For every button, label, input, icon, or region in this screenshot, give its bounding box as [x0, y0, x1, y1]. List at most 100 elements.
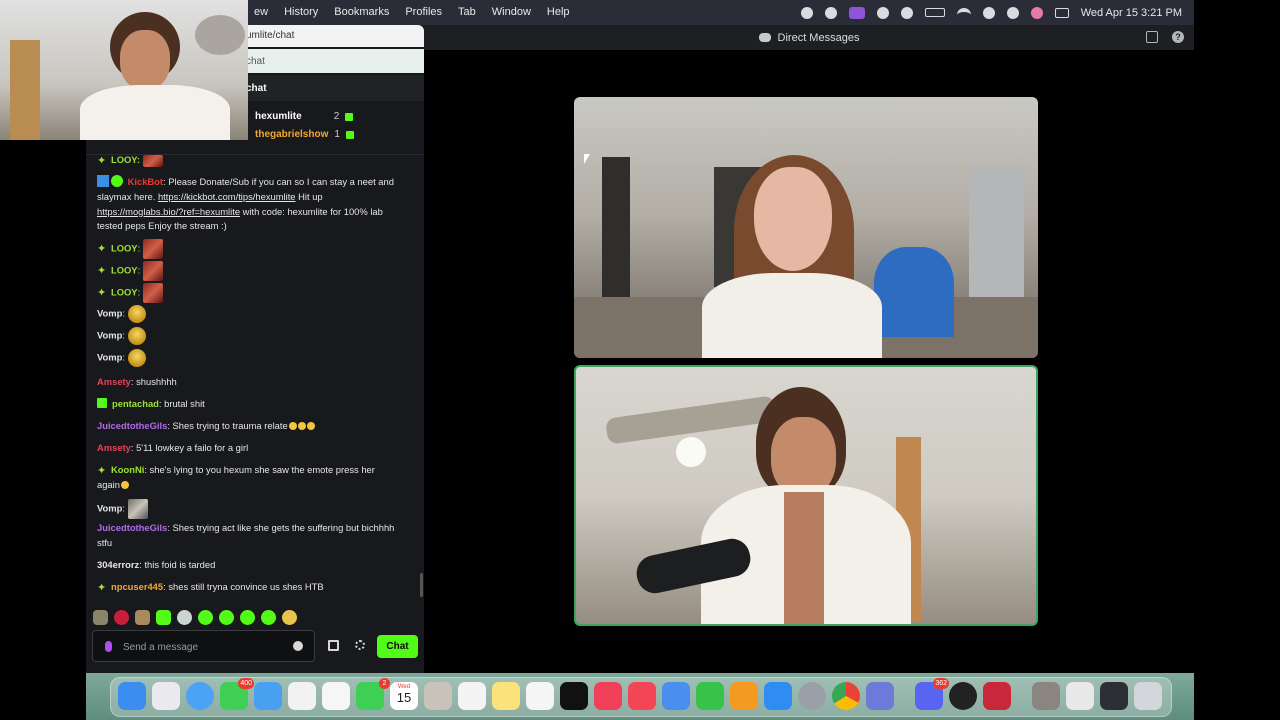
- clock[interactable]: Wed Apr 15 3:21 PM: [1081, 7, 1182, 19]
- iphone-mirroring-icon[interactable]: [866, 682, 894, 710]
- leaderboard-row[interactable]: thegabrielshow 1: [255, 129, 354, 140]
- chest: [784, 492, 824, 624]
- chat-username[interactable]: LOOY: [111, 286, 138, 297]
- leaderboard-row[interactable]: hexumlite 2: [255, 111, 354, 122]
- emote-icon[interactable]: [282, 609, 297, 625]
- chat-username[interactable]: Vomp: [97, 329, 122, 340]
- chat-message-list[interactable]: ✦ LOOY: KickBot: Please Donate/Sub if you…: [97, 154, 407, 595]
- chat-link[interactable]: https://moglabs.bio/?ref=hexumlite: [97, 206, 240, 217]
- app-store-icon[interactable]: [764, 682, 792, 710]
- moon-icon[interactable]: [900, 6, 913, 19]
- downloads-stack-icon[interactable]: [1032, 682, 1060, 710]
- menu-view[interactable]: ew: [246, 0, 276, 25]
- chat-message: Amsety: shushhhh: [97, 375, 397, 390]
- gear-icon[interactable]: [355, 640, 365, 650]
- chat-username[interactable]: KickBot: [128, 176, 163, 187]
- freeform-icon[interactable]: [526, 682, 554, 710]
- emote-icon[interactable]: [261, 609, 276, 625]
- calendar-day: 15: [396, 690, 412, 705]
- send-chat-button[interactable]: Chat: [377, 635, 418, 658]
- documents-stack-icon[interactable]: [1066, 682, 1094, 710]
- video-tile-self[interactable]: [574, 365, 1038, 626]
- menu-history[interactable]: History: [276, 0, 326, 25]
- battery-icon[interactable]: [924, 8, 945, 17]
- chat-scrollbar[interactable]: [420, 573, 423, 597]
- control-center-icon[interactable]: [1054, 7, 1069, 18]
- chat-message: Vomp:: [97, 349, 397, 367]
- notes-icon[interactable]: [492, 682, 520, 710]
- emote-icon[interactable]: [135, 609, 150, 625]
- help-icon[interactable]: ?: [1172, 31, 1184, 43]
- emote-icon[interactable]: [240, 609, 255, 625]
- chat-username[interactable]: Vomp: [97, 351, 122, 362]
- screen-share-icon[interactable]: [848, 6, 865, 19]
- emote-icon: [142, 239, 163, 259]
- emote-icon[interactable]: [219, 609, 234, 625]
- chat-username[interactable]: JuicedtotheGils: [97, 522, 167, 533]
- photos-icon[interactable]: [322, 682, 350, 710]
- chat-username[interactable]: Amsety: [97, 376, 131, 387]
- chat-username[interactable]: 304errorz: [97, 559, 139, 570]
- chat-username[interactable]: Vomp: [97, 502, 122, 513]
- chat-username[interactable]: npcuser445: [111, 581, 163, 592]
- messages-icon[interactable]: 400: [220, 678, 254, 710]
- chat-username[interactable]: LOOY: [111, 264, 138, 275]
- chat-username[interactable]: JuicedtotheGils: [97, 420, 167, 431]
- chat-username[interactable]: LOOY:: [111, 154, 140, 165]
- emoji-picker-icon[interactable]: [293, 641, 303, 651]
- play-icon[interactable]: [876, 6, 889, 19]
- chat-username[interactable]: Amsety: [97, 442, 131, 453]
- contacts-icon[interactable]: [424, 682, 452, 710]
- chat-username[interactable]: KoonNi: [111, 464, 144, 475]
- chrome-icon[interactable]: [832, 682, 860, 710]
- chat-username[interactable]: Vomp: [97, 307, 122, 318]
- chat-username[interactable]: LOOY: [111, 242, 138, 253]
- launchpad-icon[interactable]: [152, 682, 180, 710]
- emote-icon[interactable]: [114, 609, 129, 625]
- menu-tab[interactable]: Tab: [450, 0, 484, 25]
- news-icon[interactable]: [628, 682, 656, 710]
- pages-icon[interactable]: [730, 682, 758, 710]
- numbers-icon[interactable]: [696, 682, 724, 710]
- chat-username[interactable]: pentachad: [112, 398, 159, 409]
- webcam-overlay: [0, 0, 248, 140]
- chat-message-input[interactable]: [123, 637, 283, 657]
- screenshots-stack-icon[interactable]: [1100, 682, 1128, 710]
- bluetooth-icon[interactable]: [982, 6, 995, 19]
- reminders-icon[interactable]: [458, 682, 486, 710]
- system-settings-icon[interactable]: [798, 682, 826, 710]
- menu-window[interactable]: Window: [484, 0, 539, 25]
- calendar-icon[interactable]: Wed 15: [390, 682, 418, 710]
- discord-icon[interactable]: 362: [915, 678, 949, 710]
- store-icon[interactable]: [328, 640, 339, 651]
- inbox-icon[interactable]: [1146, 31, 1158, 43]
- emote-icon[interactable]: [93, 609, 108, 625]
- emote-icon[interactable]: [156, 609, 171, 625]
- maps-icon[interactable]: [288, 682, 316, 710]
- emote-icon[interactable]: [198, 609, 213, 625]
- keynote-icon[interactable]: [662, 682, 690, 710]
- wifi-icon[interactable]: [956, 7, 971, 18]
- chat-link[interactable]: https://kickbot.com/tips/hexumlite: [158, 191, 296, 202]
- tv-icon[interactable]: [560, 682, 588, 710]
- finder-icon[interactable]: [118, 682, 146, 710]
- chat-input-box[interactable]: [92, 630, 315, 662]
- sync-icon[interactable]: [824, 6, 837, 19]
- dictionary-icon[interactable]: [983, 682, 1011, 710]
- spotlight-icon[interactable]: [1006, 6, 1019, 19]
- menu-bookmarks[interactable]: Bookmarks: [326, 0, 397, 25]
- menu-help[interactable]: Help: [539, 0, 578, 25]
- music-icon[interactable]: [594, 682, 622, 710]
- record-icon[interactable]: [800, 6, 813, 19]
- person-shirt: [702, 273, 882, 358]
- facetime-icon[interactable]: 2: [356, 678, 390, 710]
- safari-icon[interactable]: [186, 682, 214, 710]
- menu-profiles[interactable]: Profiles: [397, 0, 450, 25]
- video-tile-remote[interactable]: [574, 97, 1038, 358]
- mail-icon[interactable]: [254, 682, 282, 710]
- trash-icon[interactable]: [1134, 682, 1162, 710]
- siri-icon[interactable]: [1030, 6, 1043, 19]
- obs-icon[interactable]: [949, 682, 977, 710]
- microphone-icon[interactable]: [105, 641, 112, 652]
- emote-icon[interactable]: [177, 609, 192, 625]
